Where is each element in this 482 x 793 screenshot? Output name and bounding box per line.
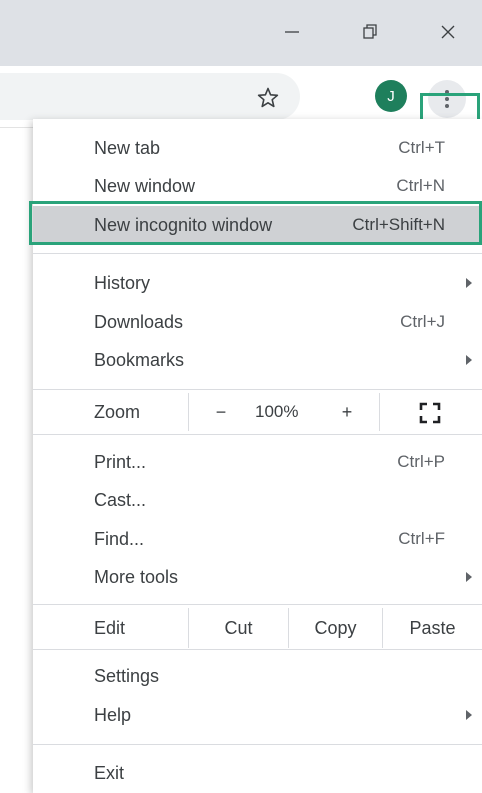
shortcut-text: Ctrl+T <box>398 138 445 157</box>
zoom-level: 100% <box>255 402 299 421</box>
menu-item-label: Cast... <box>94 489 147 510</box>
divider <box>33 253 482 254</box>
menu-item-history[interactable]: History <box>33 264 482 302</box>
menu-item-new-tab[interactable]: New tab Ctrl+T <box>33 129 482 167</box>
menu-item-label: More tools <box>94 566 179 587</box>
restore-icon[interactable] <box>350 14 390 50</box>
submenu-arrow-icon <box>466 710 472 720</box>
menu-item-label: Help <box>94 704 132 725</box>
menu-item-label: Settings <box>94 665 160 686</box>
menu-item-cast[interactable]: Cast... <box>33 481 482 519</box>
chrome-menu: New tab Ctrl+T New window Ctrl+N New inc… <box>33 119 482 793</box>
menu-item-find[interactable]: Find... Ctrl+F <box>33 520 482 558</box>
menu-item-downloads[interactable]: Downloads Ctrl+J <box>33 303 482 341</box>
menu-item-label: New window <box>94 175 196 196</box>
star-icon[interactable] <box>256 86 280 110</box>
menu-item-more-tools[interactable]: More tools <box>33 558 482 596</box>
paste-button[interactable]: Paste <box>383 608 482 648</box>
shortcut-text: Ctrl+N <box>396 176 445 195</box>
copy-button[interactable]: Copy <box>289 608 382 648</box>
menu-item-new-window[interactable]: New window Ctrl+N <box>33 167 482 205</box>
edit-row: Edit Cut Copy Paste <box>33 608 482 648</box>
menu-item-label: Exit <box>94 762 125 783</box>
submenu-arrow-icon <box>466 278 472 288</box>
cut-button[interactable]: Cut <box>189 608 288 648</box>
shortcut-text: Ctrl+P <box>397 452 445 471</box>
menu-item-label: History <box>94 272 151 293</box>
divider <box>33 434 482 435</box>
zoom-in-button[interactable]: + <box>329 393 365 431</box>
shortcut-text: Ctrl+F <box>398 529 445 548</box>
divider <box>379 393 380 431</box>
divider <box>188 393 189 431</box>
menu-item-label: Bookmarks <box>94 349 185 370</box>
title-bar <box>0 0 482 66</box>
shortcut-text: Ctrl+J <box>400 312 445 331</box>
zoom-out-button[interactable]: − <box>203 393 239 431</box>
menu-item-label: New tab <box>94 137 161 158</box>
submenu-arrow-icon <box>466 572 472 582</box>
divider <box>33 744 482 745</box>
edit-label: Edit <box>94 618 126 638</box>
minimize-icon[interactable] <box>272 14 312 50</box>
menu-item-settings[interactable]: Settings <box>33 657 482 695</box>
menu-item-label: Downloads <box>94 311 184 332</box>
divider <box>33 389 482 390</box>
divider <box>33 604 482 605</box>
menu-item-help[interactable]: Help <box>33 696 482 734</box>
submenu-arrow-icon <box>466 355 472 365</box>
avatar[interactable]: J <box>375 80 407 112</box>
menu-item-label: Find... <box>94 528 145 549</box>
shortcut-text: Ctrl+Shift+N <box>352 215 445 234</box>
menu-item-print[interactable]: Print... Ctrl+P <box>33 443 482 481</box>
menu-item-new-incognito-window[interactable]: New incognito window Ctrl+Shift+N <box>33 206 482 244</box>
address-bar[interactable] <box>0 73 300 120</box>
close-icon[interactable] <box>428 14 468 50</box>
menu-item-bookmarks[interactable]: Bookmarks <box>33 341 482 379</box>
divider <box>33 649 482 650</box>
fullscreen-icon[interactable] <box>419 402 441 424</box>
menu-item-label: New incognito window <box>94 214 273 235</box>
zoom-label: Zoom <box>94 402 141 422</box>
zoom-row: Zoom − 100% + <box>33 393 482 431</box>
menu-item-exit[interactable]: Exit <box>33 754 482 792</box>
menu-item-label: Print... <box>94 451 147 472</box>
